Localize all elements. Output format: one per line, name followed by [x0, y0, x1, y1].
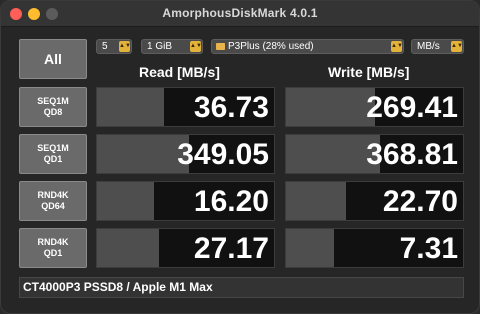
- drive-select[interactable]: P3Plus (28% used) ▲▼: [211, 39, 404, 54]
- write-result-value: 269.41: [366, 91, 458, 124]
- test-size-value: 1 GiB: [147, 41, 173, 52]
- chevron-updown-icon: ▲▼: [190, 41, 202, 52]
- window-title: AmorphousDiskMark 4.0.1: [162, 6, 318, 20]
- test-name-line1: SEQ1M: [37, 143, 69, 153]
- write-progress-bar: [286, 182, 347, 220]
- test-name-line2: QD1: [43, 154, 63, 164]
- read-result-cell: 349.05: [96, 134, 275, 174]
- write-result-value: 368.81: [366, 138, 458, 171]
- write-result-value: 22.70: [382, 185, 458, 218]
- test-name-line2: QD8: [43, 107, 63, 117]
- write-result-cell: 269.41: [285, 87, 464, 127]
- unit-value: MB/s: [417, 41, 440, 52]
- write-progress-bar: [286, 88, 375, 126]
- read-result-value: 16.20: [193, 185, 269, 218]
- title-bar: AmorphousDiskMark 4.0.1: [1, 1, 479, 27]
- test-name-line1: RND4K: [37, 237, 69, 247]
- write-result-value: 7.31: [399, 232, 458, 265]
- test-count-select[interactable]: 5 ▲▼: [96, 39, 132, 54]
- chevron-updown-icon: ▲▼: [451, 41, 463, 52]
- test-button-seq1m-qd8[interactable]: SEQ1M QD8: [19, 87, 87, 127]
- drive-info-comment[interactable]: CT4000P3 PSSD8 / Apple M1 Max: [19, 277, 464, 298]
- test-name-line2: QD1: [43, 248, 63, 258]
- read-result-value: 36.73: [193, 91, 269, 124]
- read-progress-bar: [97, 88, 165, 126]
- run-all-button[interactable]: All: [19, 39, 87, 79]
- test-name-line1: SEQ1M: [37, 96, 69, 106]
- read-result-cell: 27.17: [96, 228, 275, 268]
- read-progress-bar: [97, 182, 154, 220]
- test-count-value: 5: [102, 41, 108, 52]
- test-size-select[interactable]: 1 GiB ▲▼: [141, 39, 203, 54]
- drive-icon: [216, 43, 225, 50]
- write-result-cell: 22.70: [285, 181, 464, 221]
- drive-value: P3Plus (28% used): [228, 41, 314, 52]
- read-result-cell: 36.73: [96, 87, 275, 127]
- test-button-rnd4k-qd1[interactable]: RND4K QD1: [19, 228, 87, 268]
- read-result-cell: 16.20: [96, 181, 275, 221]
- unit-select[interactable]: MB/s ▲▼: [411, 39, 464, 54]
- test-button-rnd4k-qd64[interactable]: RND4K QD64: [19, 181, 87, 221]
- read-result-value: 349.05: [177, 138, 269, 171]
- write-progress-bar: [286, 229, 334, 267]
- read-progress-bar: [97, 229, 159, 267]
- chevron-updown-icon: ▲▼: [391, 41, 403, 52]
- test-name-line2: QD64: [41, 201, 65, 211]
- app-window: AmorphousDiskMark 4.0.1 All 5 ▲▼ 1 GiB ▲…: [0, 0, 480, 314]
- write-column-header: Write [MB/s]: [328, 64, 410, 80]
- write-result-cell: 368.81: [285, 134, 464, 174]
- read-result-value: 27.17: [193, 232, 269, 265]
- test-button-seq1m-qd1[interactable]: SEQ1M QD1: [19, 134, 87, 174]
- read-column-header: Read [MB/s]: [139, 64, 220, 80]
- write-result-cell: 7.31: [285, 228, 464, 268]
- chevron-updown-icon: ▲▼: [119, 41, 131, 52]
- read-progress-bar: [97, 135, 190, 173]
- test-name-line1: RND4K: [37, 190, 69, 200]
